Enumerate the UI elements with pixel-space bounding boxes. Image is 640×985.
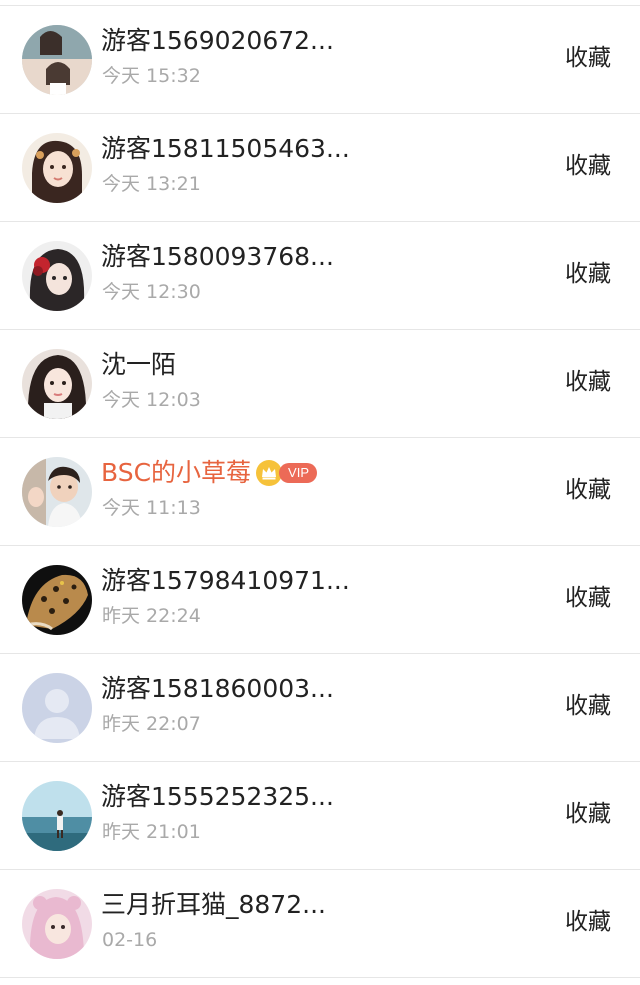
avatar-icon [22,889,92,959]
avatar[interactable] [22,457,92,527]
avatar-icon [22,781,92,851]
avatar-icon [22,133,92,203]
visit-time: 02-16 [102,929,158,951]
visitor-name: 游客1580093768... [101,242,334,271]
visitor-name: 游客1581860003... [101,674,334,703]
row-divider [0,977,640,978]
list-item[interactable]: 游客1581860003... 昨天 22:07 收藏 [0,654,640,762]
favorite-button[interactable]: 收藏 [565,476,611,504]
visit-time: 今天 15:32 [102,65,201,87]
avatar[interactable] [22,673,92,743]
favorite-button[interactable]: 收藏 [565,584,611,612]
avatar[interactable] [22,889,92,959]
avatar[interactable] [22,349,92,419]
visitor-name: 三月折耳猫_8872... [101,890,326,919]
favorite-button[interactable]: 收藏 [565,800,611,828]
avatar-icon [22,349,92,419]
visit-time: 今天 11:13 [102,497,201,519]
visit-time: 昨天 22:24 [102,605,201,627]
avatar-icon [22,457,92,527]
list-item[interactable]: 游客1580093768... 今天 12:30 收藏 [0,222,640,330]
visit-time: 昨天 21:01 [102,821,201,843]
favorite-button[interactable]: 收藏 [565,368,611,396]
visit-time: 今天 12:30 [102,281,201,303]
avatar[interactable] [22,565,92,635]
favorite-button[interactable]: 收藏 [565,692,611,720]
visitor-list: 游客1569020672... 今天 15:32 收藏 游客1581150546… [0,0,640,985]
avatar[interactable] [22,781,92,851]
visitor-name: 沈一陌 [101,350,177,379]
list-item[interactable]: 沈一陌 今天 12:03 收藏 [0,330,640,438]
list-item[interactable]: 游客15811505463... 今天 13:21 收藏 [0,114,640,222]
favorite-button[interactable]: 收藏 [565,908,611,936]
list-item[interactable]: 三月折耳猫_8872... 02-16 收藏 [0,870,640,978]
vip-badge-group: VIP [255,457,318,487]
visitor-name: 游客15798410971... [101,566,350,595]
list-item[interactable]: 游客15798410971... 昨天 22:24 收藏 [0,546,640,654]
avatar[interactable] [22,133,92,203]
vip-badge: VIP [279,463,318,483]
visit-time: 今天 12:03 [102,389,201,411]
list-item[interactable]: 游客1569020672... 今天 15:32 收藏 [0,6,640,114]
visitor-name: 游客1569020672... [101,26,334,55]
visit-time: 昨天 22:07 [102,713,201,735]
avatar-icon [22,241,92,311]
visitor-name-row: BSC的小草莓 VIP [101,457,318,489]
visitor-name: BSC的小草莓 [101,458,252,487]
favorite-button[interactable]: 收藏 [565,152,611,180]
favorite-button[interactable]: 收藏 [565,44,611,72]
avatar-icon [22,25,92,95]
avatar[interactable] [22,241,92,311]
list-item[interactable]: BSC的小草莓 VIP 今天 11:13 收藏 [0,438,640,546]
default-avatar-icon [22,673,92,743]
visit-time: 今天 13:21 [102,173,201,195]
avatar[interactable] [22,25,92,95]
avatar-icon [22,565,92,635]
visitor-name: 游客15811505463... [101,134,350,163]
visitor-name: 游客1555252325... [101,782,334,811]
list-item[interactable]: 游客1555252325... 昨天 21:01 收藏 [0,762,640,870]
favorite-button[interactable]: 收藏 [565,260,611,288]
